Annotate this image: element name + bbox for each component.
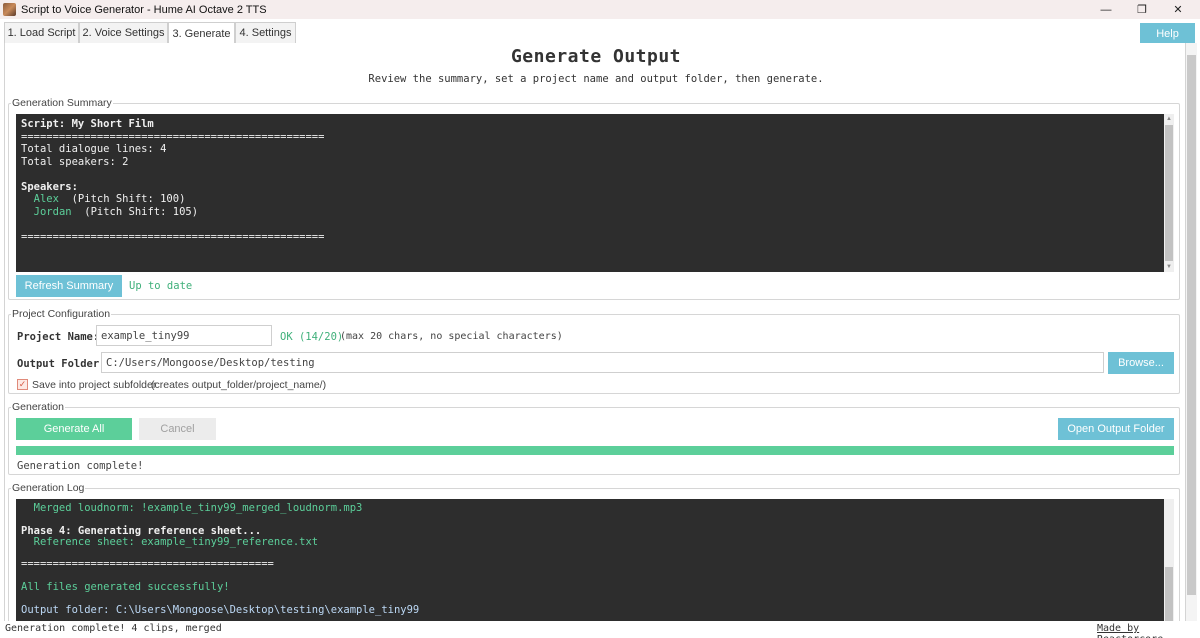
made-by-link[interactable]: Made by Reactorcore <box>1097 623 1200 638</box>
log-line: ======================================== <box>21 558 274 571</box>
browse-button[interactable]: Browse... <box>1108 352 1174 374</box>
help-button[interactable]: Help <box>1140 23 1195 45</box>
page-title: Generate Output <box>510 46 682 67</box>
log-line: Phase 4: Generating reference sheet... <box>21 524 262 537</box>
status-bar-text: Generation complete! 4 clips, merged <box>5 623 222 634</box>
project-name-input[interactable]: example_tiny99 <box>96 325 272 346</box>
speaker-name: Alex <box>33 193 59 205</box>
progress-track <box>16 446 1174 455</box>
generation-log-text-area[interactable]: Merged loudnorm: !example_tiny99_merged_… <box>16 499 1164 621</box>
open-output-folder-button[interactable]: Open Output Folder <box>1058 418 1174 440</box>
tab-voice-settings[interactable]: 2. Voice Settings <box>79 22 168 43</box>
summary-scroll-thumb[interactable] <box>1165 125 1173 261</box>
generation-summary-group: Generation Summary Script: My Short Film… <box>8 97 1180 300</box>
scroll-down-icon[interactable]: ▼ <box>1164 262 1174 272</box>
log-line: Output folder: C:\Users\Mongoose\Desktop… <box>21 603 420 616</box>
status-bar: Generation complete! 4 clips, merged Mad… <box>0 621 1200 638</box>
scroll-up-icon[interactable]: ▲ <box>1164 114 1174 124</box>
log-scrollbar[interactable] <box>1164 499 1174 621</box>
page-scroll-thumb[interactable] <box>1187 55 1196 595</box>
summary-scrollbar[interactable]: ▲ ▼ <box>1164 114 1174 272</box>
app-icon <box>3 3 16 16</box>
project-name-label: Project Name: <box>17 331 100 343</box>
project-configuration-legend: Project Configuration <box>11 308 112 320</box>
page-scrollbar[interactable] <box>1186 43 1197 621</box>
title-bar: Script to Voice Generator - Hume AI Octa… <box>0 0 1200 19</box>
tab-settings[interactable]: 4. Settings <box>235 22 296 43</box>
speaker-detail: (Pitch Shift: 105) <box>84 205 199 218</box>
generation-group: Generation Generate All Cancel Open Outp… <box>8 401 1180 475</box>
save-subfolder-hint: (creates output_folder/project_name/) <box>151 379 327 391</box>
generate-tab-content: Generate Output Review the summary, set … <box>4 43 1186 621</box>
window-title: Script to Voice Generator - Hume AI Octa… <box>21 3 267 16</box>
log-line: All files generated successfully! <box>21 581 230 594</box>
summary-speakers-label: Speakers: <box>21 180 78 193</box>
project-configuration-group: Project Configuration Project Name: exam… <box>8 308 1180 394</box>
generation-log-group: Generation Log Merged loudnorm: !example… <box>8 482 1180 621</box>
generation-status: Generation complete! <box>17 460 144 472</box>
log-line: Merged loudnorm: !example_tiny99_merged_… <box>21 502 363 514</box>
generation-summary-legend: Generation Summary <box>11 97 113 109</box>
speaker-name: Jordan <box>33 205 72 218</box>
refresh-summary-button[interactable]: Refresh Summary <box>16 275 122 297</box>
save-subfolder-label: Save into project subfolder <box>32 379 157 391</box>
cancel-button[interactable]: Cancel <box>139 418 216 440</box>
project-name-hint: (max 20 chars, no special characters) <box>340 331 563 342</box>
tab-load-script[interactable]: 1. Load Script <box>4 22 79 43</box>
project-name-status: OK (14/20) <box>280 331 344 343</box>
log-line: Reference sheet: example_tiny99_referenc… <box>21 535 319 548</box>
progress-fill <box>16 446 1174 455</box>
page-subtitle: Review the summary, set a project name a… <box>368 73 824 85</box>
summary-rule-top: ========================================… <box>21 130 325 143</box>
summary-total-lines: Total dialogue lines: 4 <box>21 143 167 155</box>
summary-text-area[interactable]: Script: My Short Film ==================… <box>16 114 1164 272</box>
maximize-button[interactable]: ❐ <box>1124 0 1160 19</box>
generation-log-legend: Generation Log <box>11 482 86 494</box>
save-subfolder-checkbox[interactable]: ✓ <box>17 379 28 390</box>
summary-script-title: Script: My Short Film <box>21 118 154 130</box>
output-folder-label: Output Folder: <box>17 358 106 370</box>
tab-bar: 1. Load Script 2. Voice Settings 3. Gene… <box>0 22 1200 44</box>
generate-all-button[interactable]: Generate All <box>16 418 132 440</box>
minimize-button[interactable]: — <box>1088 0 1124 19</box>
output-folder-input[interactable]: C:/Users/Mongoose/Desktop/testing <box>101 352 1104 373</box>
summary-rule-bottom: ========================================… <box>21 230 325 243</box>
log-scroll-thumb[interactable] <box>1165 567 1173 621</box>
speaker-detail: (Pitch Shift: 100) <box>71 193 186 205</box>
close-button[interactable]: ✕ <box>1160 0 1196 19</box>
generation-legend: Generation <box>11 401 65 413</box>
summary-total-speakers: Total speakers: 2 <box>21 155 129 168</box>
tab-generate[interactable]: 3. Generate <box>168 22 235 44</box>
summary-status: Up to date <box>129 280 193 292</box>
